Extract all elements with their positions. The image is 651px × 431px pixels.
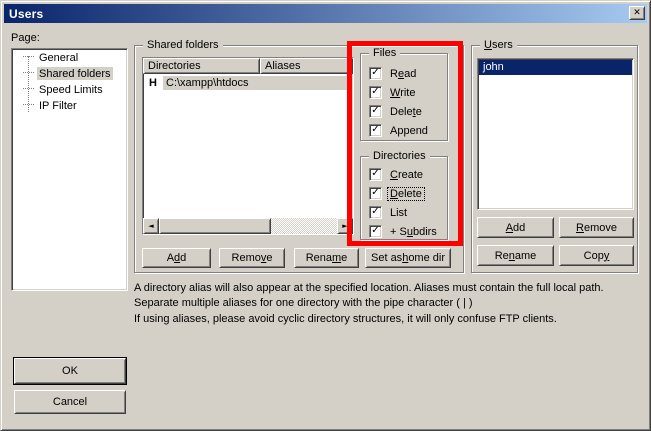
scroll-right-icon: ► bbox=[342, 222, 347, 230]
check-icon: ✓ bbox=[371, 68, 379, 78]
dir-delete-checkbox[interactable]: ✓ bbox=[369, 187, 382, 200]
add-folder-button[interactable]: Add bbox=[142, 248, 211, 268]
users-group-label: Users bbox=[480, 39, 517, 52]
check-icon: ✓ bbox=[371, 106, 379, 116]
users-list[interactable]: john bbox=[477, 58, 634, 210]
list-checkbox[interactable]: ✓ bbox=[369, 206, 382, 219]
subdirs-checkbox-label[interactable]: + Subdirs bbox=[388, 226, 439, 238]
append-checkbox-label[interactable]: Append bbox=[388, 125, 430, 137]
create-checkbox-row[interactable]: ✓ Create bbox=[361, 165, 447, 184]
directory-path[interactable]: C:\xampp\htdocs bbox=[163, 76, 352, 90]
remove-folder-button[interactable]: Remove bbox=[219, 248, 285, 268]
rename-folder-button[interactable]: Rename bbox=[294, 248, 359, 268]
tree-item-speed-limits[interactable]: Speed Limits bbox=[12, 81, 127, 97]
rename-user-button[interactable]: Rename bbox=[477, 245, 554, 266]
ok-button[interactable]: OK bbox=[14, 358, 126, 384]
tree-stub bbox=[23, 81, 34, 89]
tree-item-label[interactable]: Shared folders bbox=[37, 67, 113, 80]
append-checkbox-row[interactable]: ✓ Append bbox=[361, 121, 447, 140]
append-checkbox[interactable]: ✓ bbox=[369, 124, 382, 137]
check-icon: ✓ bbox=[371, 207, 379, 217]
write-checkbox[interactable]: ✓ bbox=[369, 86, 382, 99]
scroll-left-button[interactable]: ◄ bbox=[143, 218, 159, 234]
tree-item-label[interactable]: Speed Limits bbox=[37, 83, 105, 96]
remove-user-button[interactable]: Remove bbox=[559, 217, 634, 238]
write-checkbox-label[interactable]: Write bbox=[388, 87, 417, 99]
tree-item-general[interactable]: General bbox=[12, 49, 127, 65]
directories-group-label: Directories bbox=[369, 150, 430, 163]
directories-permissions-group: Directories ✓ Create ✓ Delete ✓ List ✓ +… bbox=[360, 156, 448, 240]
home-directory-marker: H bbox=[149, 77, 161, 89]
create-checkbox[interactable]: ✓ bbox=[369, 168, 382, 181]
write-checkbox-row[interactable]: ✓ Write bbox=[361, 83, 447, 102]
check-icon: ✓ bbox=[371, 188, 379, 198]
title-bar[interactable]: Users ✕ bbox=[4, 4, 647, 23]
tree-stub bbox=[23, 97, 34, 105]
read-checkbox[interactable]: ✓ bbox=[369, 67, 382, 80]
page-label: Page: bbox=[11, 32, 40, 44]
scrollbar-track[interactable] bbox=[159, 218, 337, 234]
tree-item-label[interactable]: IP Filter bbox=[37, 99, 79, 112]
check-icon: ✓ bbox=[371, 125, 379, 135]
dir-delete-checkbox-label[interactable]: Delete bbox=[388, 188, 424, 200]
read-checkbox-row[interactable]: ✓ Read bbox=[361, 64, 447, 83]
check-icon: ✓ bbox=[371, 87, 379, 97]
dir-delete-checkbox-row[interactable]: ✓ Delete bbox=[361, 184, 447, 203]
column-header-directories[interactable]: Directories bbox=[143, 58, 260, 74]
file-delete-checkbox-label[interactable]: Delete bbox=[388, 106, 424, 118]
column-header-aliases[interactable]: Aliases bbox=[260, 58, 353, 74]
check-icon: ✓ bbox=[371, 169, 379, 179]
cyclic-note-text: If using aliases, please avoid cyclic di… bbox=[134, 312, 642, 327]
set-home-dir-button[interactable]: Set as home dir bbox=[365, 248, 451, 268]
add-user-button[interactable]: Add bbox=[477, 217, 554, 238]
tree-item-ip-filter[interactable]: IP Filter bbox=[12, 97, 127, 113]
subdirs-checkbox-row[interactable]: ✓ + Subdirs bbox=[361, 222, 447, 241]
copy-user-button[interactable]: Copy bbox=[559, 245, 634, 266]
horizontal-scrollbar[interactable]: ◄ ► bbox=[143, 218, 353, 234]
subdirs-checkbox[interactable]: ✓ bbox=[369, 225, 382, 238]
cancel-button[interactable]: Cancel bbox=[14, 390, 126, 414]
scrollbar-thumb[interactable] bbox=[159, 218, 271, 234]
directories-list-header: Directories Aliases bbox=[143, 58, 353, 74]
files-permissions-group: Files ✓ Read ✓ Write ✓ Delete ✓ Append bbox=[360, 53, 448, 141]
file-delete-checkbox-row[interactable]: ✓ Delete bbox=[361, 102, 447, 121]
scroll-right-button[interactable]: ► bbox=[337, 218, 353, 234]
tree-stub bbox=[23, 65, 34, 73]
window-title: Users bbox=[4, 7, 43, 21]
users-group: Users john Add Remove Rename Copy bbox=[471, 45, 638, 273]
shared-folders-group: Shared folders Directories Aliases H C:\… bbox=[134, 45, 464, 273]
directory-row[interactable]: H C:\xampp\htdocs bbox=[143, 74, 353, 91]
alias-note-text: A directory alias will also appear at th… bbox=[134, 281, 642, 311]
list-checkbox-row[interactable]: ✓ List bbox=[361, 203, 447, 222]
scroll-left-icon: ◄ bbox=[148, 222, 153, 230]
users-dialog: Users ✕ Page: General Shared folders Spe… bbox=[0, 0, 651, 431]
directories-list[interactable]: Directories Aliases H C:\xampp\htdocs ◄ … bbox=[142, 57, 354, 235]
list-checkbox-label[interactable]: List bbox=[388, 207, 409, 219]
page-tree[interactable]: General Shared folders Speed Limits IP F… bbox=[11, 48, 128, 291]
tree-stub bbox=[23, 49, 34, 57]
check-icon: ✓ bbox=[371, 226, 379, 236]
shared-folders-group-label: Shared folders bbox=[143, 39, 223, 52]
tree-item-label[interactable]: General bbox=[37, 51, 80, 64]
user-list-item[interactable]: john bbox=[479, 60, 632, 75]
create-checkbox-label[interactable]: Create bbox=[388, 169, 425, 181]
tree-item-shared-folders[interactable]: Shared folders bbox=[12, 65, 127, 81]
read-checkbox-label[interactable]: Read bbox=[388, 68, 418, 80]
close-button[interactable]: ✕ bbox=[629, 6, 645, 20]
list-empty-area bbox=[143, 91, 353, 218]
files-group-label: Files bbox=[369, 47, 400, 60]
close-icon: ✕ bbox=[633, 8, 641, 18]
file-delete-checkbox[interactable]: ✓ bbox=[369, 105, 382, 118]
